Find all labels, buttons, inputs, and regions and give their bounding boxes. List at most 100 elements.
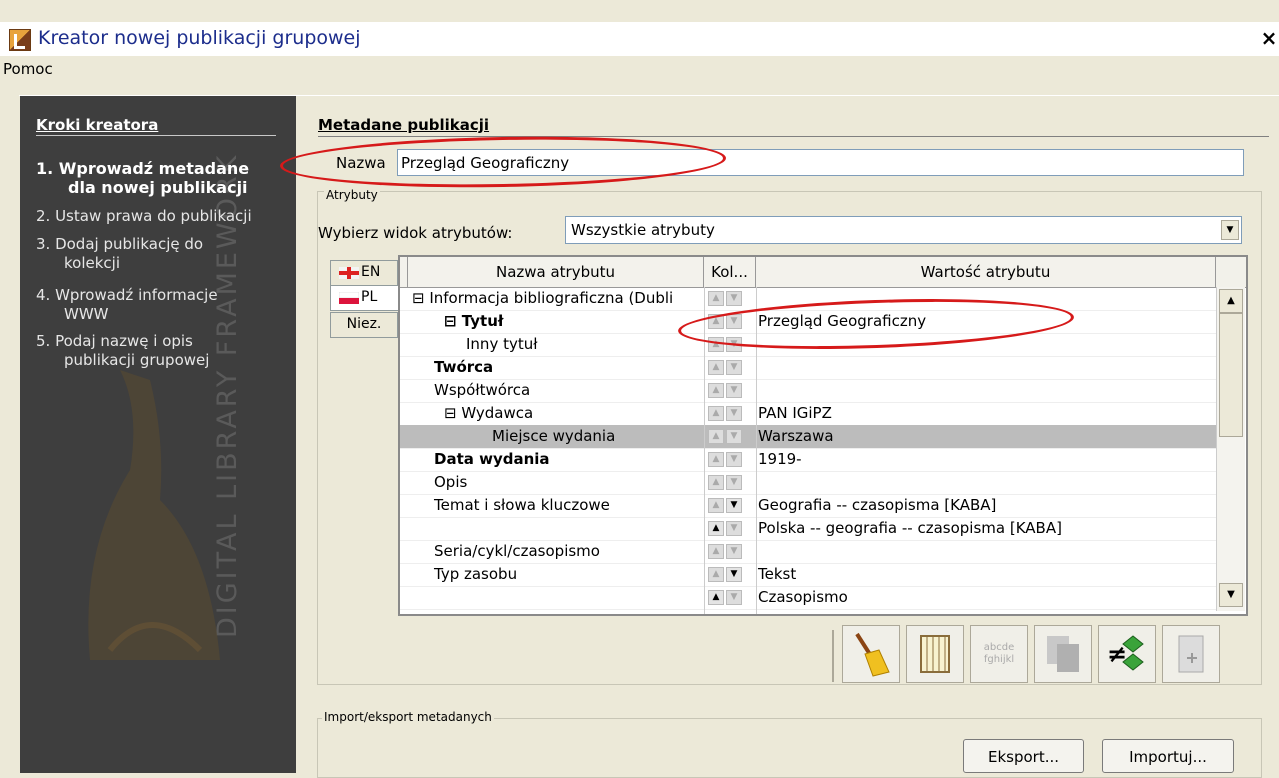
table-row[interactable]: ▲ ▼ Polska -- geografia -- czasopisma [KAB…: [400, 517, 1216, 541]
move-up-icon[interactable]: ▲: [708, 429, 724, 444]
pl-flag-icon: [339, 292, 359, 304]
table-row[interactable]: ▲ ▼ Czasopismo: [400, 586, 1216, 610]
table-view-button[interactable]: [906, 625, 964, 683]
move-down-icon[interactable]: ▼: [726, 475, 742, 490]
section-title: Metadane publikacji: [318, 116, 490, 134]
attribute-name-cell: ⊟ Informacja bibliograficzna (Dubli: [412, 289, 674, 307]
move-down-icon[interactable]: ▼: [726, 567, 742, 582]
table-row[interactable]: Data wydania ▲ ▼ 1919-: [400, 448, 1216, 472]
table-header: Nazwa atrybutu Kol... Wartość atrybutu: [400, 257, 1246, 288]
move-down-icon[interactable]: ▼: [726, 521, 742, 536]
text-format-label: abcde fghijkl: [983, 642, 1015, 665]
steps-title: Kroki kreatora: [36, 116, 159, 134]
view-label: Wybierz widok atrybutów:: [318, 224, 513, 242]
move-up-icon[interactable]: ▲: [708, 475, 724, 490]
table-row[interactable]: Seria/cykl/czasopismo ▲ ▼: [400, 540, 1216, 564]
dlibra-logo-icon: [88, 370, 220, 660]
attribute-value-cell[interactable]: 1919-: [758, 450, 802, 468]
attribute-name-cell: Opis: [434, 473, 468, 491]
step-5-line1: 5. Podaj nazwę i opis: [36, 332, 193, 350]
step-1-line2: dla nowej publikacji: [68, 178, 248, 197]
scroll-thumb[interactable]: [1219, 313, 1243, 437]
clear-button[interactable]: [842, 625, 900, 683]
attribute-value-cell[interactable]: PAN IGiPZ: [758, 404, 832, 422]
divider: [36, 135, 276, 136]
attribute-value-cell[interactable]: Polska -- geografia -- czasopisma [KABA]: [758, 519, 1062, 537]
table-row[interactable]: ⊟ Wydawca ▲ ▼ PAN IGiPZ: [400, 402, 1216, 426]
attribute-value-cell[interactable]: Warszawa: [758, 427, 834, 445]
attribute-value-cell[interactable]: Czasopismo: [758, 588, 848, 606]
step-4-line1: 4. Wprowadź informacje: [36, 286, 218, 304]
move-down-icon[interactable]: ▼: [726, 291, 742, 306]
move-down-icon[interactable]: ▼: [726, 383, 742, 398]
copy-button[interactable]: [1034, 625, 1092, 683]
menu-bar: [0, 56, 1279, 84]
tab-lang-en[interactable]: EN: [330, 260, 398, 286]
table-row[interactable]: Miejsce wydania ▲ ▼ Warszawa: [400, 425, 1216, 449]
attribute-name-cell: Data wydania: [434, 450, 550, 468]
move-down-icon[interactable]: ▼: [726, 498, 742, 513]
move-up-icon[interactable]: ▲: [708, 360, 724, 375]
move-down-icon[interactable]: ▼: [726, 452, 742, 467]
step-1-line1: 1. Wprowadź metadane: [36, 159, 250, 178]
move-up-icon[interactable]: ▲: [708, 498, 724, 513]
table-row[interactable]: Opis ▲ ▼: [400, 471, 1216, 495]
move-up-icon[interactable]: ▲: [708, 452, 724, 467]
toolbar-separator: [832, 630, 834, 682]
attributes-legend: Atrybuty: [324, 188, 380, 202]
attribute-name-cell: Temat i słowa kluczowe: [434, 496, 610, 514]
tab-lang-en-label: EN: [361, 264, 381, 280]
annotation-ellipse: [279, 133, 727, 191]
table-row[interactable]: Temat i słowa kluczowe ▲ ▼ Geografia -- cza…: [400, 494, 1216, 518]
move-down-icon[interactable]: ▼: [726, 590, 742, 605]
compare-button[interactable]: ≠: [1098, 625, 1156, 683]
attribute-view-select[interactable]: Wszystkie atrybuty ▼: [565, 216, 1242, 244]
table-scrollbar[interactable]: ▲ ▼: [1216, 287, 1245, 611]
import-button[interactable]: Importuj...: [1102, 739, 1234, 773]
export-button[interactable]: Eksport...: [963, 739, 1084, 773]
copy-icon: [1047, 636, 1079, 672]
table-row[interactable]: Współtwórca ▲ ▼: [400, 379, 1216, 403]
add-row-button[interactable]: [1162, 625, 1220, 683]
move-up-icon[interactable]: ▲: [708, 544, 724, 559]
step-1: 1. Wprowadź metadane dla nowej publikacj…: [36, 159, 249, 197]
broom-icon: [855, 632, 890, 677]
scroll-down-button[interactable]: ▼: [1219, 583, 1243, 607]
header-order[interactable]: Kol...: [704, 257, 756, 287]
step-4-line2: WWW: [64, 305, 109, 323]
tab-lang-neutral[interactable]: Niez.: [330, 312, 398, 338]
step-5-line2: publikacji grupowej: [64, 351, 210, 369]
table-row[interactable]: Twórca ▲ ▼: [400, 356, 1216, 380]
attribute-name-cell: ⊟ Wydawca: [444, 404, 534, 422]
move-up-icon[interactable]: ▲: [708, 590, 724, 605]
move-down-icon[interactable]: ▼: [726, 360, 742, 375]
uk-flag-icon: [339, 267, 359, 279]
divider: [318, 136, 1269, 137]
step-5: 5. Podaj nazwę i opis publikacji grupowe…: [36, 332, 209, 370]
move-up-icon[interactable]: ▲: [708, 521, 724, 536]
move-up-icon[interactable]: ▲: [708, 567, 724, 582]
move-up-icon[interactable]: ▲: [708, 291, 724, 306]
tab-lang-pl[interactable]: PL: [330, 285, 398, 311]
import-export-legend: Import/eksport metadanych: [322, 710, 494, 724]
add-grid-icon: [1178, 635, 1204, 673]
step-2-line1: 2. Ustaw prawa do publikacji: [36, 207, 252, 225]
attribute-name-cell: ⊟ Tytuł: [444, 312, 504, 330]
header-spacer: [400, 257, 408, 287]
move-down-icon[interactable]: ▼: [726, 406, 742, 421]
menu-item-help[interactable]: Pomoc: [3, 60, 53, 78]
close-button[interactable]: ×: [1259, 26, 1279, 50]
header-attribute-value[interactable]: Wartość atrybutu: [756, 257, 1216, 287]
move-down-icon[interactable]: ▼: [726, 429, 742, 444]
attribute-value-cell[interactable]: Tekst: [758, 565, 796, 583]
move-up-icon[interactable]: ▲: [708, 406, 724, 421]
chevron-down-icon[interactable]: ▼: [1221, 220, 1239, 240]
move-down-icon[interactable]: ▼: [726, 544, 742, 559]
table-row[interactable]: Typ zasobu ▲ ▼ Tekst: [400, 563, 1216, 587]
text-format-button[interactable]: abcde fghijkl: [970, 625, 1028, 683]
attribute-value-cell[interactable]: Geografia -- czasopisma [KABA]: [758, 496, 996, 514]
grid-icon: [920, 635, 950, 673]
move-up-icon[interactable]: ▲: [708, 383, 724, 398]
scroll-up-button[interactable]: ▲: [1219, 289, 1243, 313]
header-attribute-name[interactable]: Nazwa atrybutu: [408, 257, 704, 287]
